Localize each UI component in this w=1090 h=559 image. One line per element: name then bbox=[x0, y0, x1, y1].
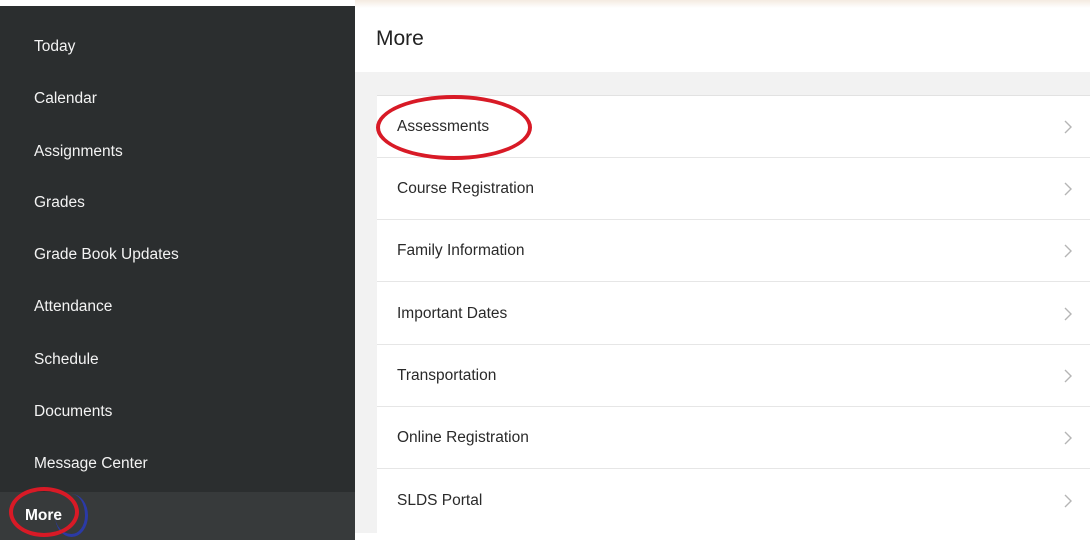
list-item-label: Important Dates bbox=[397, 305, 508, 322]
chevron-right-icon bbox=[1062, 345, 1074, 407]
list-item-label: SLDS Portal bbox=[397, 492, 483, 509]
list-item-label: Family Information bbox=[397, 242, 525, 259]
chevron-right-icon bbox=[1062, 96, 1074, 158]
page-title: More bbox=[376, 27, 424, 50]
chevron-right-icon bbox=[1062, 283, 1074, 345]
page-header: More bbox=[355, 8, 1090, 72]
more-menu-list: Assessments Course Registration Family I… bbox=[377, 95, 1090, 533]
list-item-slds-portal[interactable]: SLDS Portal bbox=[377, 470, 1090, 532]
list-item-label: Transportation bbox=[397, 367, 497, 384]
sidebar-item-schedule[interactable]: Schedule bbox=[0, 336, 355, 384]
chevron-right-icon bbox=[1062, 407, 1074, 469]
list-item-online-registration[interactable]: Online Registration bbox=[377, 407, 1090, 469]
chevron-right-icon bbox=[1062, 220, 1074, 282]
list-item-family-information[interactable]: Family Information bbox=[377, 220, 1090, 282]
list-item-course-registration[interactable]: Course Registration bbox=[377, 158, 1090, 220]
sidebar-item-attendance[interactable]: Attendance bbox=[0, 283, 355, 331]
list-item-assessments[interactable]: Assessments bbox=[377, 96, 1090, 158]
list-item-label: Online Registration bbox=[397, 429, 529, 446]
sidebar-item-message-center[interactable]: Message Center bbox=[0, 440, 355, 488]
sidebar-item-today[interactable]: Today bbox=[0, 23, 355, 71]
top-divider bbox=[355, 0, 1090, 8]
sidebar: Today Calendar Assignments Grades Grade … bbox=[0, 0, 355, 540]
sidebar-item-calendar[interactable]: Calendar bbox=[0, 75, 355, 123]
list-item-label: Assessments bbox=[397, 118, 490, 135]
chevron-right-icon bbox=[1062, 470, 1074, 532]
main-content: More Assessments Course Registration Fam… bbox=[355, 0, 1090, 533]
list-item-important-dates[interactable]: Important Dates bbox=[377, 283, 1090, 345]
sidebar-item-assignments[interactable]: Assignments bbox=[0, 128, 355, 176]
sidebar-item-grade-book-updates[interactable]: Grade Book Updates bbox=[0, 231, 355, 279]
sidebar-item-documents[interactable]: Documents bbox=[0, 388, 355, 436]
list-item-transportation[interactable]: Transportation bbox=[377, 345, 1090, 407]
sidebar-item-grades[interactable]: Grades bbox=[0, 179, 355, 227]
chevron-right-icon bbox=[1062, 158, 1074, 220]
list-item-label: Course Registration bbox=[397, 180, 534, 197]
